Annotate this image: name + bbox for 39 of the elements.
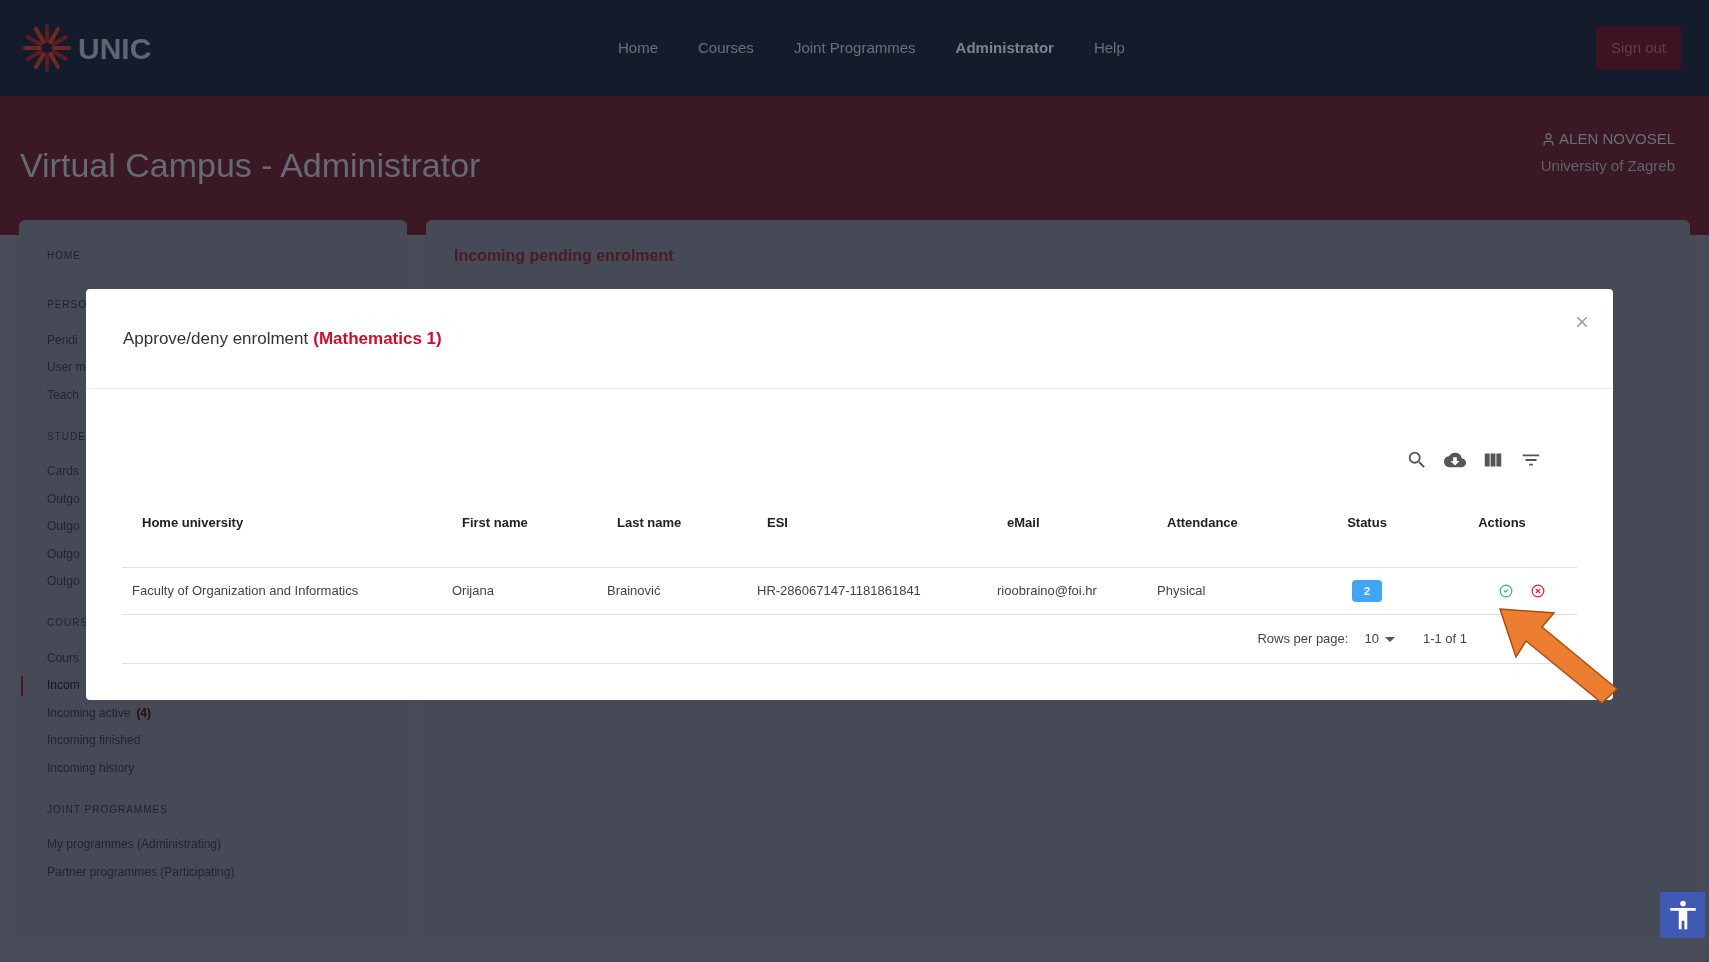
user-name: ALEN NOVOSEL [1559, 129, 1675, 149]
table-cell-text: Faculty of Organization and Informatics [131, 582, 360, 601]
deny-button[interactable] [1531, 584, 1545, 598]
table-cell-text: Physical [1156, 582, 1207, 601]
count-label: (4) [136, 704, 152, 722]
column-header: Home university [141, 513, 245, 532]
sidebar-item[interactable]: Incom [47, 676, 80, 695]
table-cell-text: rioobraino@foi.hr [996, 582, 1098, 601]
nav-link[interactable]: Joint Programmes [793, 36, 916, 60]
status-badge: 2 [1352, 580, 1382, 602]
column-header: Status [1346, 513, 1388, 532]
page-title: Virtual Campus - Administrator [20, 145, 481, 186]
nav-link[interactable]: Help [1093, 36, 1125, 60]
course-name: (Mathematics 1) [313, 327, 442, 350]
nav-link[interactable]: Courses [698, 36, 754, 60]
accessibility-button[interactable] [1660, 892, 1705, 938]
page-range: 1-1 of 1 [1422, 630, 1467, 649]
search-button[interactable] [1406, 449, 1428, 471]
column-header: eMail [1006, 513, 1041, 532]
column-header: Actions [1477, 513, 1527, 532]
table-cell-text: Orijana [451, 582, 495, 601]
logo-icon [22, 23, 72, 73]
column-header: ESI [766, 513, 789, 532]
column-header: First name [461, 513, 529, 532]
nav-link[interactable]: Administrator [955, 36, 1054, 60]
caret-icon [1384, 636, 1395, 642]
rows-per-page-select[interactable]: 10 [1364, 629, 1395, 649]
table-cell-text: Brainović [606, 582, 662, 601]
nav-link[interactable]: Home [618, 36, 658, 60]
approve-button[interactable] [1499, 584, 1513, 598]
rows-per-page-label: Rows per page: [1257, 630, 1349, 649]
modal-title: Approve/deny enrolment [123, 327, 309, 350]
column-header: Last name [616, 513, 683, 532]
column-header: Attendance [1166, 513, 1239, 532]
table-cell-text: HR-286067147-1181861841 [756, 582, 922, 601]
university-name: University of Zagreb [1540, 155, 1675, 176]
user-icon [1541, 131, 1557, 147]
selected-marker [21, 675, 23, 696]
logo-text: UNIC [78, 30, 152, 67]
